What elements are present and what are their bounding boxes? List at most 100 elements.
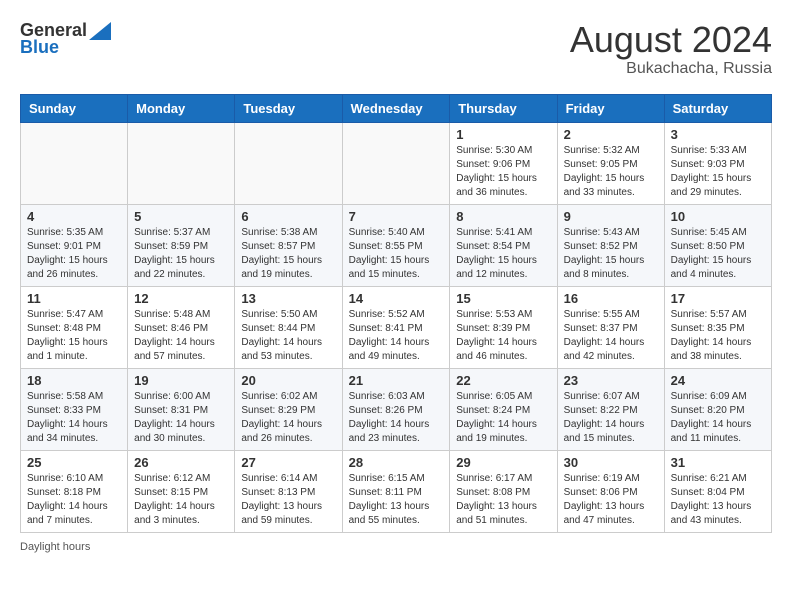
calendar-cell: 10Sunrise: 5:45 AM Sunset: 8:50 PM Dayli… (664, 204, 771, 286)
day-number: 31 (671, 455, 765, 470)
col-header-sunday: Sunday (21, 94, 128, 122)
day-number: 27 (241, 455, 335, 470)
calendar-cell: 3 Sunrise: 5:33 AM Sunset: 9:03 PM Daylig… (664, 122, 771, 204)
day-number: 28 (349, 455, 444, 470)
day-info: Sunrise: 5:57 AM Sunset: 8:35 PM Dayligh… (671, 308, 765, 364)
calendar-cell: 7 Sunrise: 5:40 AM Sunset: 8:55 PM Daylig… (342, 204, 450, 286)
calendar-cell: 26Sunrise: 6:12 AM Sunset: 8:15 PM Dayli… (128, 450, 235, 532)
calendar-header-row: SundayMondayTuesdayWednesdayThursdayFrid… (21, 94, 772, 122)
day-info: Sunrise: 6:09 AM Sunset: 8:20 PM Dayligh… (671, 390, 765, 446)
col-header-friday: Friday (557, 94, 664, 122)
day-info: Sunrise: 6:10 AM Sunset: 8:18 PM Dayligh… (27, 472, 121, 528)
day-number: 18 (27, 373, 121, 388)
calendar-cell: 29 Sunrise: 6:17 AM Sunset: 8:08 PM Dayli… (450, 450, 557, 532)
day-number: 11 (27, 291, 121, 306)
day-info: Sunrise: 6:21 AM Sunset: 8:04 PM Dayligh… (671, 472, 765, 528)
day-number: 6 (241, 209, 335, 224)
calendar-cell: 1Sunrise: 5:30 AM Sunset: 9:06 PM Daylig… (450, 122, 557, 204)
day-number: 19 (134, 373, 228, 388)
calendar-week-row: 11 Sunrise: 5:47 AM Sunset: 8:48 PM Dayli… (21, 286, 772, 368)
day-number: 15 (456, 291, 550, 306)
day-number: 17 (671, 291, 765, 306)
title-block: August 2024 Bukachacha, Russia (570, 20, 772, 78)
day-number: 29 (456, 455, 550, 470)
calendar-cell: 9 Sunrise: 5:43 AM Sunset: 8:52 PM Daylig… (557, 204, 664, 286)
day-number: 12 (134, 291, 228, 306)
calendar-cell: 18 Sunrise: 5:58 AM Sunset: 8:33 PM Dayli… (21, 368, 128, 450)
logo-arrow-icon (89, 22, 111, 40)
day-info: Sunrise: 5:43 AM Sunset: 8:52 PM Dayligh… (564, 226, 658, 282)
calendar-week-row: 4Sunrise: 5:35 AM Sunset: 9:01 PM Daylig… (21, 204, 772, 286)
calendar-cell: 14 Sunrise: 5:52 AM Sunset: 8:41 PM Dayli… (342, 286, 450, 368)
calendar-cell: 17 Sunrise: 5:57 AM Sunset: 8:35 PM Dayli… (664, 286, 771, 368)
day-info: Sunrise: 5:33 AM Sunset: 9:03 PM Dayligh… (671, 144, 765, 200)
calendar-cell: 24 Sunrise: 6:09 AM Sunset: 8:20 PM Dayli… (664, 368, 771, 450)
day-info: Sunrise: 5:40 AM Sunset: 8:55 PM Dayligh… (349, 226, 444, 282)
day-number: 21 (349, 373, 444, 388)
day-info: Sunrise: 5:58 AM Sunset: 8:33 PM Dayligh… (27, 390, 121, 446)
calendar-cell: 6Sunrise: 5:38 AM Sunset: 8:57 PM Daylig… (235, 204, 342, 286)
day-number: 2 (564, 127, 658, 142)
day-number: 10 (671, 209, 765, 224)
day-number: 13 (241, 291, 335, 306)
col-header-thursday: Thursday (450, 94, 557, 122)
day-number: 1 (456, 127, 550, 142)
day-info: Sunrise: 6:14 AM Sunset: 8:13 PM Dayligh… (241, 472, 335, 528)
col-header-saturday: Saturday (664, 94, 771, 122)
calendar-cell: 22 Sunrise: 6:05 AM Sunset: 8:24 PM Dayli… (450, 368, 557, 450)
day-number: 20 (241, 373, 335, 388)
day-number: 14 (349, 291, 444, 306)
day-number: 8 (456, 209, 550, 224)
calendar-cell: 15 Sunrise: 5:53 AM Sunset: 8:39 PM Dayli… (450, 286, 557, 368)
calendar-cell: 30Sunrise: 6:19 AM Sunset: 8:06 PM Dayli… (557, 450, 664, 532)
calendar-cell: 20 Sunrise: 6:02 AM Sunset: 8:29 PM Dayli… (235, 368, 342, 450)
page-header: General Blue August 2024 Bukachacha, Rus… (20, 20, 772, 78)
calendar-cell: 2 Sunrise: 5:32 AM Sunset: 9:05 PM Daylig… (557, 122, 664, 204)
col-header-tuesday: Tuesday (235, 94, 342, 122)
calendar-cell: 4Sunrise: 5:35 AM Sunset: 9:01 PM Daylig… (21, 204, 128, 286)
day-info: Sunrise: 5:47 AM Sunset: 8:48 PM Dayligh… (27, 308, 121, 364)
calendar-cell: 19Sunrise: 6:00 AM Sunset: 8:31 PM Dayli… (128, 368, 235, 450)
day-info: Sunrise: 6:03 AM Sunset: 8:26 PM Dayligh… (349, 390, 444, 446)
col-header-monday: Monday (128, 94, 235, 122)
day-info: Sunrise: 5:48 AM Sunset: 8:46 PM Dayligh… (134, 308, 228, 364)
day-info: Sunrise: 6:05 AM Sunset: 8:24 PM Dayligh… (456, 390, 550, 446)
day-info: Sunrise: 5:41 AM Sunset: 8:54 PM Dayligh… (456, 226, 550, 282)
day-number: 24 (671, 373, 765, 388)
day-number: 4 (27, 209, 121, 224)
day-info: Sunrise: 5:32 AM Sunset: 9:05 PM Dayligh… (564, 144, 658, 200)
calendar-week-row: 1Sunrise: 5:30 AM Sunset: 9:06 PM Daylig… (21, 122, 772, 204)
calendar-cell: 31 Sunrise: 6:21 AM Sunset: 8:04 PM Dayli… (664, 450, 771, 532)
day-info: Sunrise: 6:19 AM Sunset: 8:06 PM Dayligh… (564, 472, 658, 528)
calendar-cell: 12 Sunrise: 5:48 AM Sunset: 8:46 PM Dayli… (128, 286, 235, 368)
day-number: 5 (134, 209, 228, 224)
day-info: Sunrise: 6:07 AM Sunset: 8:22 PM Dayligh… (564, 390, 658, 446)
day-info: Sunrise: 5:52 AM Sunset: 8:41 PM Dayligh… (349, 308, 444, 364)
calendar-cell (342, 122, 450, 204)
calendar-cell: 23Sunrise: 6:07 AM Sunset: 8:22 PM Dayli… (557, 368, 664, 450)
day-number: 22 (456, 373, 550, 388)
calendar-cell: 25 Sunrise: 6:10 AM Sunset: 8:18 PM Dayli… (21, 450, 128, 532)
day-number: 7 (349, 209, 444, 224)
day-info: Sunrise: 6:17 AM Sunset: 8:08 PM Dayligh… (456, 472, 550, 528)
calendar-week-row: 25 Sunrise: 6:10 AM Sunset: 8:18 PM Dayli… (21, 450, 772, 532)
calendar-cell (128, 122, 235, 204)
day-info: Sunrise: 5:55 AM Sunset: 8:37 PM Dayligh… (564, 308, 658, 364)
day-number: 16 (564, 291, 658, 306)
day-number: 3 (671, 127, 765, 142)
calendar-cell: 8 Sunrise: 5:41 AM Sunset: 8:54 PM Daylig… (450, 204, 557, 286)
day-info: Sunrise: 5:50 AM Sunset: 8:44 PM Dayligh… (241, 308, 335, 364)
calendar-week-row: 18 Sunrise: 5:58 AM Sunset: 8:33 PM Dayli… (21, 368, 772, 450)
day-info: Sunrise: 6:02 AM Sunset: 8:29 PM Dayligh… (241, 390, 335, 446)
day-number: 25 (27, 455, 121, 470)
calendar-cell: 27 Sunrise: 6:14 AM Sunset: 8:13 PM Dayli… (235, 450, 342, 532)
col-header-wednesday: Wednesday (342, 94, 450, 122)
calendar-table: SundayMondayTuesdayWednesdayThursdayFrid… (20, 94, 772, 533)
month-year-title: August 2024 (570, 20, 772, 60)
day-number: 9 (564, 209, 658, 224)
calendar-cell (235, 122, 342, 204)
logo: General Blue (20, 20, 111, 58)
day-number: 26 (134, 455, 228, 470)
calendar-cell: 5Sunrise: 5:37 AM Sunset: 8:59 PM Daylig… (128, 204, 235, 286)
day-info: Sunrise: 5:53 AM Sunset: 8:39 PM Dayligh… (456, 308, 550, 364)
